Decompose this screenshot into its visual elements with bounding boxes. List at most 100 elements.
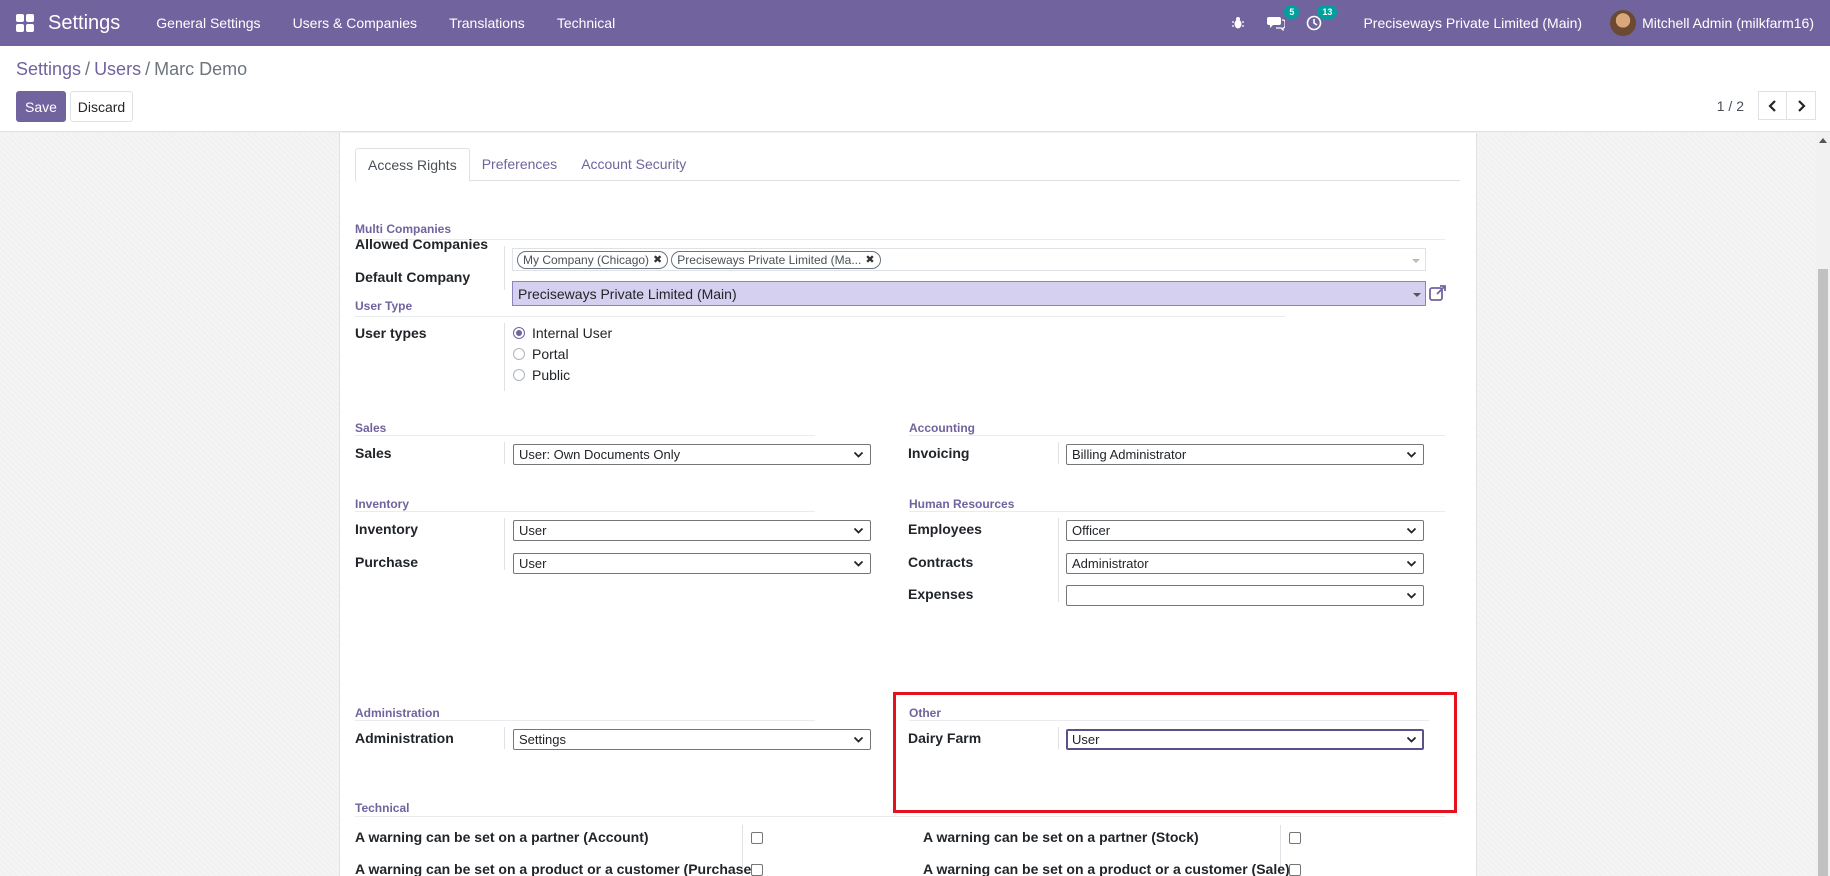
caret-down-icon[interactable] bbox=[1413, 293, 1421, 297]
menu-general-settings[interactable]: General Settings bbox=[156, 15, 260, 31]
chevron-down-icon bbox=[853, 560, 864, 567]
checkbox-warning-partner-stock[interactable] bbox=[1289, 832, 1301, 844]
breadcrumb-users[interactable]: Users bbox=[94, 59, 141, 80]
apps-grid-icon[interactable] bbox=[16, 14, 34, 32]
separator-line bbox=[909, 511, 1445, 512]
label-user-types: User types bbox=[355, 325, 427, 341]
field-divider bbox=[1058, 442, 1059, 464]
caret-down-icon[interactable] bbox=[1412, 259, 1420, 263]
app-name[interactable]: Settings bbox=[48, 12, 120, 35]
breadcrumb-separator: / bbox=[145, 59, 151, 79]
checkbox-warning-partner-account[interactable] bbox=[751, 832, 763, 844]
label-warning-partner-stock: A warning can be set on a partner (Stock… bbox=[923, 829, 1199, 845]
vertical-scrollbar[interactable] bbox=[1816, 133, 1830, 876]
separator-sales: Sales bbox=[355, 421, 387, 435]
radio-button[interactable] bbox=[513, 369, 525, 381]
breadcrumb-settings[interactable]: Settings bbox=[16, 59, 81, 80]
pager-next-button[interactable] bbox=[1787, 91, 1816, 120]
chevron-right-icon bbox=[1798, 99, 1806, 112]
radio-button[interactable] bbox=[513, 327, 525, 339]
activities-count-badge: 13 bbox=[1317, 5, 1338, 19]
scrollbar-thumb[interactable] bbox=[1818, 269, 1828, 876]
separator-line bbox=[355, 316, 1285, 317]
field-divider bbox=[1058, 518, 1059, 602]
chevron-down-icon bbox=[1406, 451, 1417, 458]
external-link-icon[interactable] bbox=[1428, 283, 1448, 303]
field-divider bbox=[504, 727, 505, 749]
breadcrumb-current: Marc Demo bbox=[154, 59, 248, 79]
separator-human-resources: Human Resources bbox=[909, 497, 1015, 511]
tab-access-rights[interactable]: Access Rights bbox=[355, 148, 470, 182]
radio-public[interactable]: Public bbox=[513, 367, 570, 383]
label-default-company: Default Company bbox=[355, 269, 471, 285]
tag-company: Preciseways Private Limited (Ma... ✖ bbox=[671, 250, 881, 269]
tab-account-security[interactable]: Account Security bbox=[569, 148, 698, 181]
breadcrumb-separator: / bbox=[85, 59, 91, 79]
save-button[interactable]: Save bbox=[16, 91, 66, 122]
sales-select[interactable]: User: Own Documents Only bbox=[513, 444, 871, 465]
separator-line bbox=[355, 511, 815, 512]
menu-users-companies[interactable]: Users & Companies bbox=[293, 15, 418, 31]
pager-previous-button[interactable] bbox=[1758, 91, 1787, 120]
label-administration: Administration bbox=[355, 730, 454, 746]
avatar bbox=[1610, 10, 1637, 36]
label-warning-product-purchase: A warning can be set on a product or a c… bbox=[355, 861, 756, 876]
label-contracts: Contracts bbox=[908, 554, 974, 570]
control-panel: Settings / Users / Marc Demo Save Discar… bbox=[0, 46, 1830, 132]
messages-icon[interactable]: 5 bbox=[1265, 5, 1300, 33]
checkbox-warning-product-purchase[interactable] bbox=[751, 864, 763, 876]
remove-tag-icon[interactable]: ✖ bbox=[865, 252, 874, 268]
breadcrumb: Settings / Users / Marc Demo bbox=[16, 59, 247, 80]
highlight-box bbox=[893, 692, 1457, 813]
separator-multi-companies: Multi Companies bbox=[355, 222, 452, 236]
inventory-select[interactable]: User bbox=[513, 520, 871, 541]
chevron-down-icon bbox=[1406, 560, 1417, 567]
form-content: Access Rights Preferences Account Securi… bbox=[0, 133, 1830, 876]
radio-button[interactable] bbox=[513, 348, 525, 360]
separator-technical: Technical bbox=[355, 801, 410, 815]
messages-count-badge: 5 bbox=[1284, 5, 1300, 19]
label-employees: Employees bbox=[908, 521, 982, 537]
administration-select[interactable]: Settings bbox=[513, 729, 871, 750]
chevron-down-icon bbox=[1406, 527, 1417, 534]
top-navbar: Settings General Settings Users & Compan… bbox=[0, 0, 1830, 46]
checkbox-warning-product-sale[interactable] bbox=[1289, 864, 1301, 876]
remove-tag-icon[interactable]: ✖ bbox=[653, 252, 662, 268]
label-sales: Sales bbox=[355, 445, 392, 461]
form-sheet: Access Rights Preferences Account Securi… bbox=[339, 133, 1477, 876]
debug-bug-icon[interactable] bbox=[1227, 13, 1249, 33]
tab-preferences[interactable]: Preferences bbox=[470, 148, 569, 181]
separator-line bbox=[355, 816, 1445, 817]
separator-line bbox=[355, 239, 1445, 240]
tag-company: My Company (Chicago) ✖ bbox=[517, 250, 669, 269]
pager-value[interactable]: 1 / 2 bbox=[1717, 98, 1744, 114]
label-purchase: Purchase bbox=[355, 554, 419, 570]
employees-select[interactable]: Officer bbox=[1066, 520, 1424, 541]
separator-line bbox=[355, 720, 815, 721]
separator-administration-title: Administration bbox=[355, 706, 440, 720]
activities-clock-icon[interactable]: 13 bbox=[1303, 5, 1338, 33]
default-company-field[interactable]: Preciseways Private Limited (Main) bbox=[512, 281, 1426, 306]
separator-user-type: User Type bbox=[355, 299, 413, 313]
chevron-down-icon bbox=[853, 451, 864, 458]
radio-internal-user[interactable]: Internal User bbox=[513, 325, 612, 341]
menu-technical[interactable]: Technical bbox=[557, 15, 615, 31]
radio-portal[interactable]: Portal bbox=[513, 346, 569, 362]
company-switcher[interactable]: Preciseways Private Limited (Main) bbox=[1363, 15, 1582, 31]
allowed-companies-field[interactable]: My Company (Chicago) ✖ Preciseways Privat… bbox=[512, 248, 1426, 271]
expenses-select[interactable] bbox=[1066, 585, 1424, 606]
contracts-select[interactable]: Administrator bbox=[1066, 553, 1424, 574]
scroll-up-arrow-icon[interactable] bbox=[1819, 138, 1827, 143]
label-inventory: Inventory bbox=[355, 521, 419, 537]
notebook-tabs: Access Rights Preferences Account Securi… bbox=[355, 148, 1460, 182]
invoicing-select[interactable]: Billing Administrator bbox=[1066, 444, 1424, 465]
field-divider bbox=[504, 442, 505, 464]
discard-button[interactable]: Discard bbox=[70, 91, 133, 122]
menu-translations[interactable]: Translations bbox=[449, 15, 525, 31]
chevron-down-icon bbox=[853, 527, 864, 534]
chevron-left-icon bbox=[1767, 99, 1776, 112]
separator-accounting: Accounting bbox=[909, 421, 975, 435]
purchase-select[interactable]: User bbox=[513, 553, 871, 574]
user-name: Mitchell Admin (milkfarm16) bbox=[1642, 15, 1814, 31]
user-menu[interactable]: Mitchell Admin (milkfarm16) bbox=[1610, 10, 1814, 36]
